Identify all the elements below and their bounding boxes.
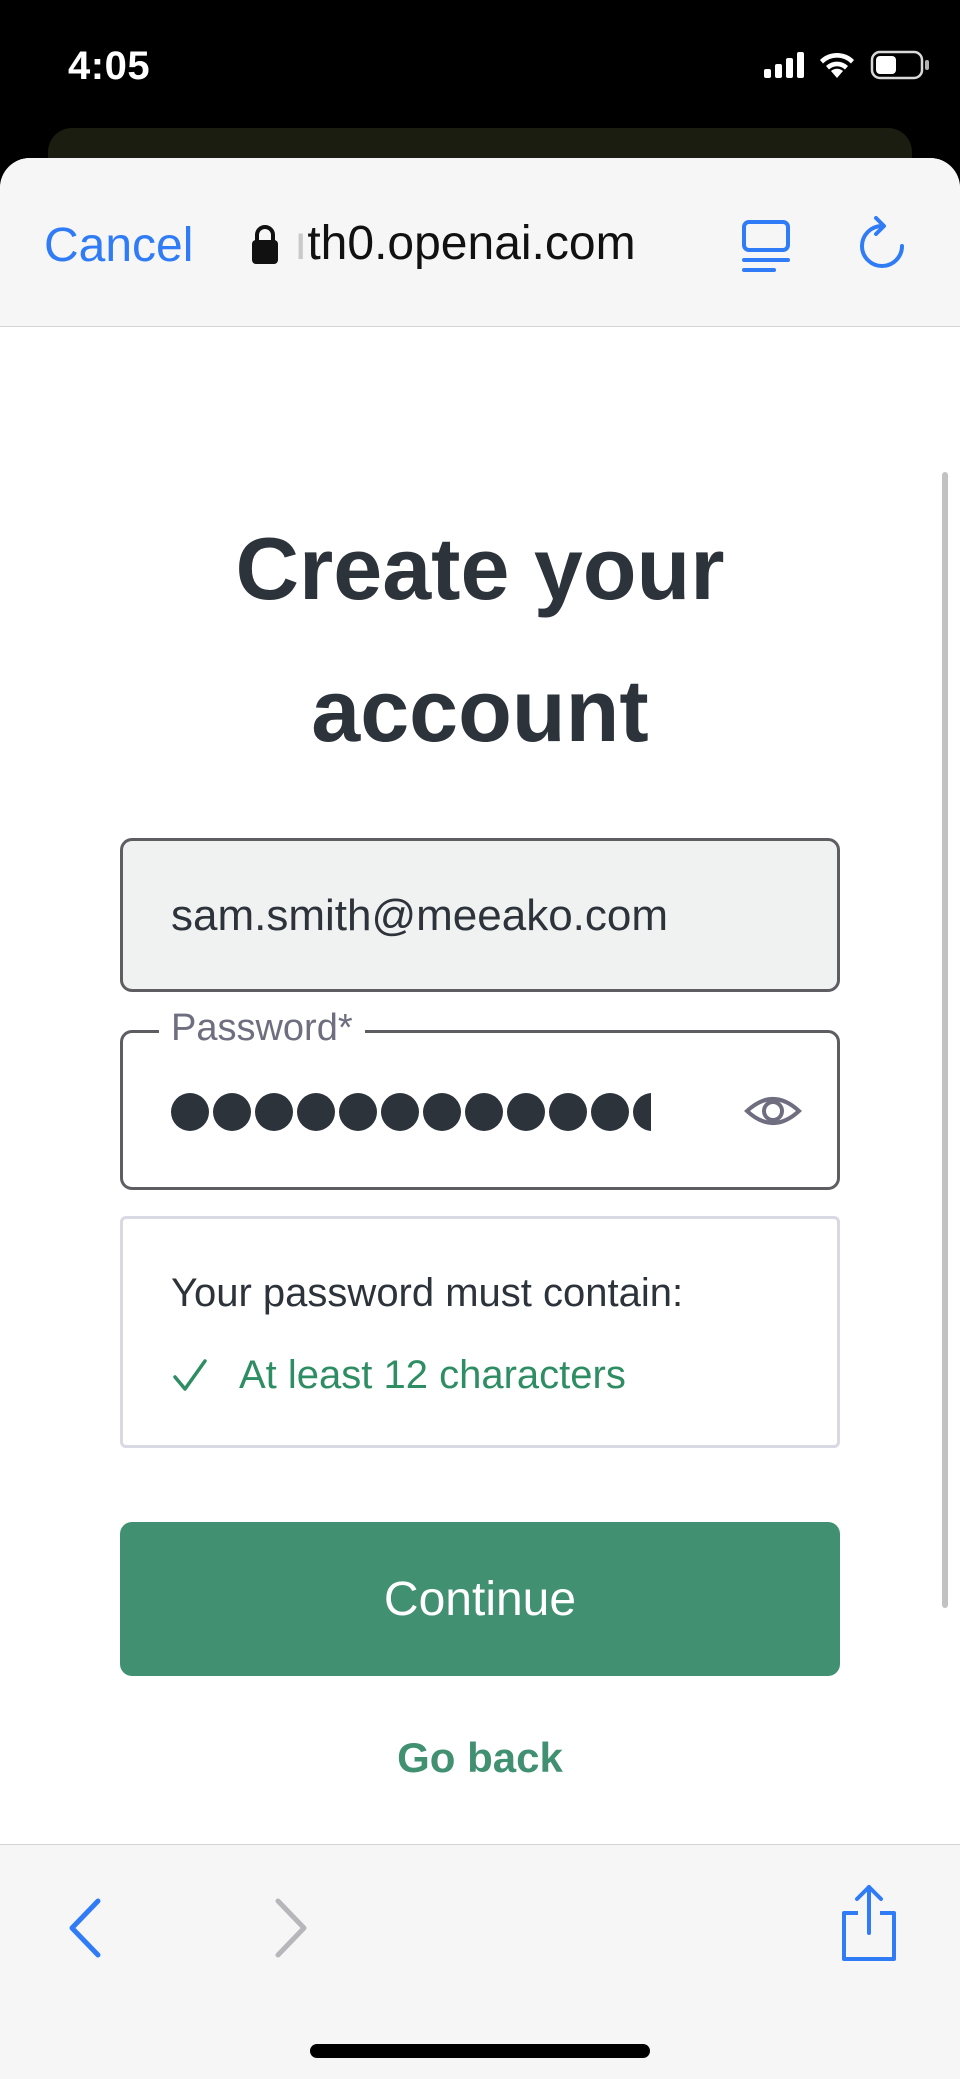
status-icons: [764, 50, 930, 80]
url-bar[interactable]: ıth0.openai.com: [250, 216, 636, 271]
signal-icon: [764, 52, 804, 78]
cancel-button[interactable]: Cancel: [44, 218, 193, 273]
wifi-icon: [820, 52, 854, 78]
home-indicator[interactable]: [310, 2044, 650, 2058]
url-faded-text: ı: [294, 217, 308, 270]
password-dot: [297, 1093, 335, 1131]
password-dot: [381, 1093, 419, 1131]
password-dot: [633, 1093, 651, 1131]
browser-sheet: Cancel ıth0.openai.com Create your accou…: [0, 158, 960, 2079]
email-value: sam.smith@meeako.com: [171, 891, 669, 940]
password-masked-value: [171, 1093, 651, 1139]
requirement-text: At least 12 characters: [239, 1353, 626, 1397]
battery-icon: [870, 50, 929, 80]
reader-mode-icon[interactable]: [740, 218, 792, 274]
show-password-icon[interactable]: [743, 1083, 803, 1139]
browser-nav-bar: Cancel ıth0.openai.com: [0, 158, 960, 327]
password-dot: [423, 1093, 461, 1131]
page-title: Create your account: [235, 519, 725, 760]
url-domain: th0.openai.com: [307, 217, 636, 270]
lock-icon: [252, 224, 278, 264]
requirements-title: Your password must contain:: [171, 1271, 684, 1315]
requirement-item: At least 12 characters: [171, 1353, 626, 1398]
password-dot: [549, 1093, 587, 1131]
continue-button[interactable]: Continue: [120, 1522, 840, 1676]
status-bar: 4:05: [0, 0, 960, 140]
scrollbar[interactable]: [942, 472, 948, 1608]
email-field[interactable]: sam.smith@meeako.com: [120, 838, 840, 992]
password-dot: [171, 1093, 209, 1131]
password-dot: [507, 1093, 545, 1131]
url-text: ıth0.openai.com: [294, 216, 636, 271]
share-icon[interactable]: [838, 1883, 900, 1963]
reload-icon[interactable]: [856, 216, 908, 274]
status-time: 4:05: [68, 44, 151, 88]
password-field[interactable]: Password*: [120, 1007, 840, 1190]
password-label: Password*: [159, 1007, 365, 1050]
password-requirements: Your password must contain: At least 12 …: [120, 1216, 840, 1448]
password-dot: [213, 1093, 251, 1131]
password-dot: [465, 1093, 503, 1131]
check-icon: [173, 1358, 207, 1391]
password-dot: [339, 1093, 377, 1131]
forward-icon[interactable]: [266, 1895, 314, 1961]
password-dot: [255, 1093, 293, 1131]
back-icon[interactable]: [62, 1895, 110, 1961]
password-dot: [591, 1093, 629, 1131]
go-back-link[interactable]: Go back: [380, 1734, 580, 1782]
